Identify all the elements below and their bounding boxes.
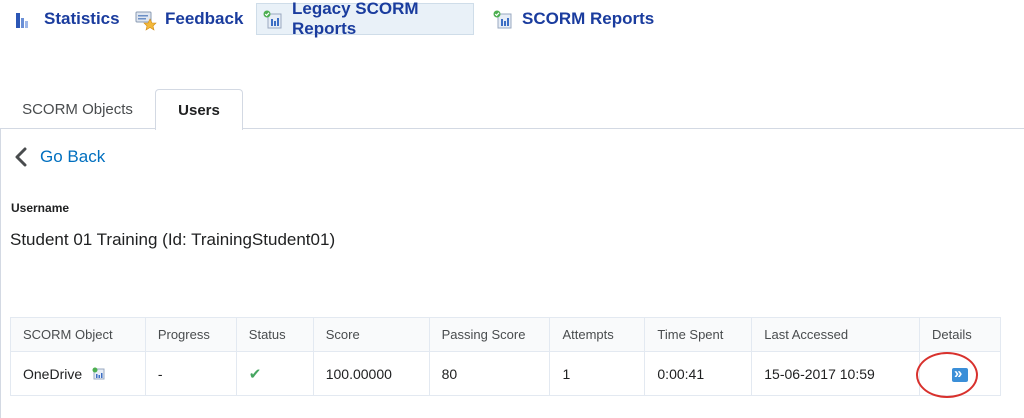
bar-chart-icon — [14, 9, 34, 29]
column-header-status: Status — [235, 317, 314, 352]
tab-bar: SCORM Objects Users — [0, 89, 1024, 130]
tab-scorm-objects-label: SCORM Objects — [22, 100, 133, 118]
cell-progress: - — [144, 351, 237, 396]
column-header-time-spent: Time Spent — [644, 317, 753, 352]
nav-scorm-reports-label: SCORM Reports — [522, 9, 655, 28]
tab-users[interactable]: Users — [155, 89, 243, 130]
column-header-details: Details — [918, 317, 1002, 352]
nav-legacy-scorm-reports-label: Legacy SCORM Reports — [292, 0, 419, 38]
tab-scorm-objects[interactable]: SCORM Objects — [0, 89, 155, 129]
cell-attempts: 1 — [549, 351, 646, 396]
column-header-attempts: Attempts — [549, 317, 646, 352]
column-header-scorm-object: SCORM Object — [10, 317, 146, 352]
feedback-icon — [135, 9, 157, 31]
nav-feedback[interactable]: Feedback — [135, 3, 243, 35]
table-row: OneDrive - ✔ 100.00000 80 1 0:00:41 15-0… — [10, 351, 1002, 396]
scorm-package-icon — [92, 367, 105, 380]
cell-status: ✔ — [235, 351, 314, 396]
table-header-row: SCORM Object Progress Status Score Passi… — [10, 317, 1002, 352]
cell-score: 100.00000 — [312, 351, 430, 396]
user-scorm-table: SCORM Object Progress Status Score Passi… — [10, 317, 1002, 396]
tab-users-label: Users — [178, 101, 220, 119]
nav-statistics[interactable]: Statistics — [14, 3, 120, 35]
go-back-link[interactable]: Go Back — [14, 147, 105, 167]
column-header-passing-score: Passing Score — [428, 317, 551, 352]
go-back-label: Go Back — [40, 147, 106, 166]
column-header-progress: Progress — [144, 317, 237, 352]
cell-scorm-object: OneDrive — [10, 351, 146, 396]
cell-time-spent: 0:00:41 — [644, 351, 753, 396]
cell-details — [918, 351, 1002, 396]
username-label: Username — [11, 201, 70, 215]
double-chevron-right-icon[interactable] — [951, 365, 968, 382]
nav-statistics-label: Statistics — [44, 9, 120, 28]
cell-last-accessed: 15-06-2017 10:59 — [751, 351, 920, 396]
checkmark-icon: ✔ — [248, 365, 262, 383]
nav-feedback-label: Feedback — [165, 9, 244, 28]
scorm-report-icon — [262, 9, 282, 29]
cell-passing-score: 80 — [428, 351, 551, 396]
top-navigation: Statistics Feedback Legacy SCORM Reports… — [0, 0, 1024, 40]
chevron-left-icon — [14, 147, 28, 167]
username-value: Student 01 Training (Id: TrainingStudent… — [10, 230, 336, 249]
column-header-last-accessed: Last Accessed — [751, 317, 920, 352]
nav-scorm-reports[interactable]: SCORM Reports — [492, 3, 654, 35]
column-header-score: Score — [312, 317, 430, 352]
scorm-object-name: OneDrive — [23, 365, 83, 382]
nav-legacy-scorm-reports[interactable]: Legacy SCORM Reports — [256, 0, 474, 38]
scorm-report-icon — [492, 9, 512, 29]
